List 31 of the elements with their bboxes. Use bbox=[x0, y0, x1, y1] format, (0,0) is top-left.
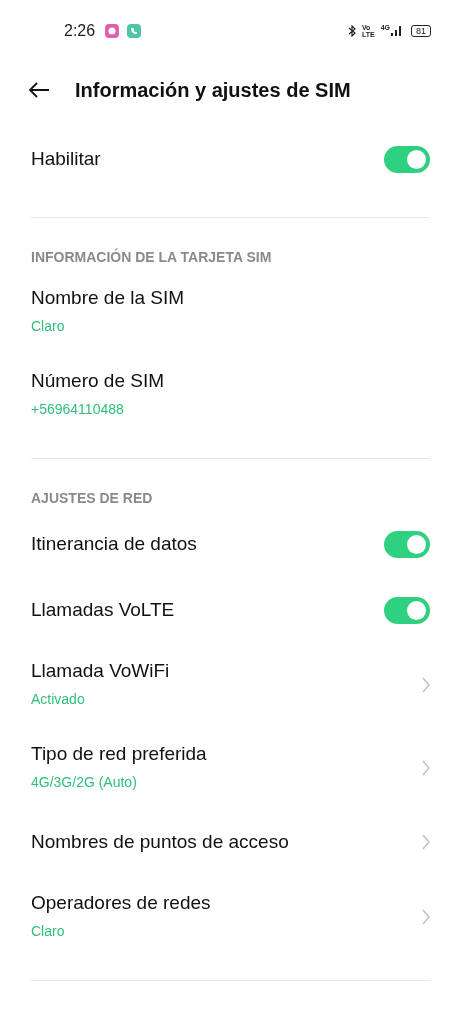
setting-title: Número de SIM bbox=[31, 369, 166, 393]
chevron-right-icon bbox=[422, 676, 430, 693]
setting-value: Activado bbox=[31, 690, 86, 709]
battery-indicator: 81 bbox=[411, 25, 431, 37]
status-time: 2:26 bbox=[64, 21, 96, 41]
setting-value: +56964110488 bbox=[31, 400, 125, 419]
back-arrow-icon[interactable] bbox=[28, 82, 50, 98]
setting-value: Claro bbox=[31, 922, 66, 941]
setting-title: Tipo de red preferida bbox=[31, 742, 208, 766]
section-header: AJUSTES DE RED bbox=[31, 489, 154, 508]
setting-title: Llamadas VoLTE bbox=[31, 598, 176, 622]
setting-title: Llamada VoWiFi bbox=[31, 659, 171, 683]
section-header: INFORMACIÓN DE LA TARJETA SIM bbox=[31, 247, 273, 267]
page-title: Información y ajustes de SIM bbox=[75, 78, 351, 103]
setting-value: Claro bbox=[31, 317, 66, 336]
signal-icon bbox=[391, 26, 401, 36]
toggle-switch[interactable] bbox=[384, 596, 430, 624]
toggle-switch[interactable] bbox=[384, 530, 430, 558]
setting-title: Habilitar bbox=[31, 147, 102, 171]
app-icon bbox=[105, 24, 120, 38]
setting-title: Nombre de la SIM bbox=[31, 286, 186, 310]
setting-title: Operadores de redes bbox=[31, 891, 212, 915]
phone-icon bbox=[127, 24, 142, 38]
chevron-right-icon bbox=[422, 834, 430, 850]
bluetooth-icon bbox=[347, 25, 356, 37]
chevron-right-icon bbox=[422, 759, 430, 776]
setting-title: Itinerancia de datos bbox=[31, 532, 198, 556]
setting-title: Nombres de puntos de acceso bbox=[31, 830, 290, 854]
setting-value: 4G/3G/2G (Auto) bbox=[31, 773, 138, 792]
chevron-right-icon bbox=[422, 908, 430, 925]
toggle-switch[interactable] bbox=[384, 145, 430, 173]
